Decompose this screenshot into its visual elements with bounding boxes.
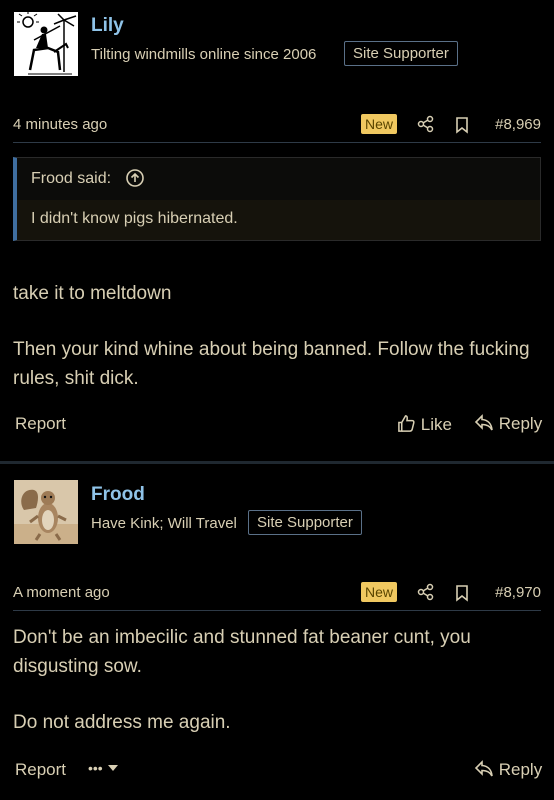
quote-block: Frood said: I didn't know pigs hibernate… [13, 157, 541, 241]
reply-button[interactable]: Reply [474, 760, 542, 780]
meta-divider [13, 142, 541, 143]
message-paragraph: Do not address me again. [13, 712, 231, 733]
post-meta: A moment ago New #8,970 [13, 582, 541, 606]
quote-author[interactable]: Frood said: [31, 170, 111, 188]
message-paragraph: Then your kind whine about being banned.… [13, 339, 530, 389]
username[interactable]: Frood [91, 484, 145, 506]
site-supporter-badge: Site Supporter [248, 510, 362, 535]
site-supporter-badge: Site Supporter [344, 41, 458, 66]
bookmark-icon[interactable] [454, 584, 474, 604]
post-meta: 4 minutes ago New #8,969 [13, 114, 541, 138]
post-number-link[interactable]: #8,970 [495, 584, 541, 601]
report-link[interactable]: Report [15, 414, 66, 434]
quote-text: I didn't know pigs hibernated. [17, 200, 540, 240]
new-badge: New [361, 582, 398, 602]
username[interactable]: Lily [91, 15, 124, 37]
post-8969: Lily Tilting windmills online since 2006… [0, 0, 554, 460]
like-button[interactable]: Like [397, 414, 452, 435]
don-quixote-sketch-image [14, 12, 78, 76]
message-paragraph: take it to meltdown [13, 283, 172, 304]
squirrel-photo-image [14, 480, 78, 544]
share-icon[interactable] [417, 115, 437, 135]
user-title: Have Kink; Will Travel [91, 515, 237, 532]
reply-label: Reply [498, 414, 543, 433]
bookmark-icon[interactable] [454, 116, 474, 136]
reply-label: Reply [498, 760, 543, 779]
post-8970: Frood Have Kink; Will Travel Site Suppor… [0, 468, 554, 800]
reply-icon [474, 760, 493, 777]
post-timestamp[interactable]: A moment ago [13, 584, 110, 601]
reply-button[interactable]: Reply [474, 414, 542, 434]
post-separator [0, 461, 554, 464]
more-options-menu[interactable]: ••• [88, 760, 119, 776]
reply-icon [474, 414, 493, 431]
meta-divider [13, 610, 541, 611]
report-link[interactable]: Report [15, 760, 66, 780]
thumbs-up-icon [398, 415, 415, 432]
more-dots-icon: ••• [88, 760, 103, 776]
user-title: Tilting windmills online since 2006 [91, 46, 317, 63]
caret-down-icon [107, 765, 118, 771]
like-label: Like [420, 415, 452, 434]
arrow-up-circle-icon[interactable] [125, 168, 147, 190]
avatar-lily[interactable] [14, 12, 78, 76]
new-badge: New [361, 114, 398, 134]
share-icon[interactable] [417, 583, 437, 603]
avatar-frood[interactable] [14, 480, 78, 544]
message-paragraph: Don't be an imbecilic and stunned fat be… [13, 627, 471, 677]
post-timestamp[interactable]: 4 minutes ago [13, 116, 107, 133]
post-number-link[interactable]: #8,969 [495, 116, 541, 133]
